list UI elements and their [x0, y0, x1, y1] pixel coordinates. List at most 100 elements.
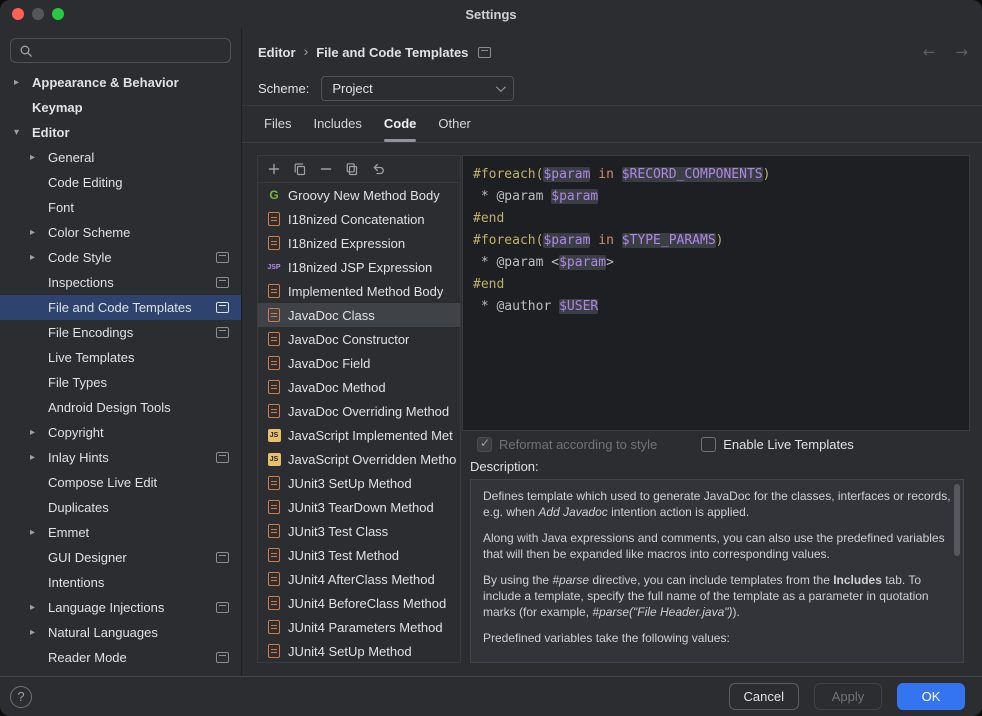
settings-tree: ▸Appearance & Behavior Keymap ▾Editor▸Gene… [0, 70, 241, 670]
sidebar-item-file-encodings[interactable]: File Encodings [0, 320, 241, 345]
code-line: * @param $param [473, 186, 959, 208]
template-item-junit3-test-method[interactable]: JUnit3 Test Method [258, 543, 460, 567]
chevron-right-icon[interactable]: ▸ [30, 227, 48, 238]
template-item-javadoc-constructor[interactable]: JavaDoc Constructor [258, 327, 460, 351]
traffic-lights [12, 8, 64, 20]
sidebar-item-editor[interactable]: ▾Editor [0, 120, 241, 145]
sidebar-item-android-design-tools[interactable]: Android Design Tools [0, 395, 241, 420]
description-paragraph: Along with Java expressions and comments… [483, 530, 951, 562]
remove-template-icon[interactable] [318, 161, 334, 177]
template-item-label: JUnit3 Test Class [288, 524, 388, 539]
footer: ? Cancel Apply OK [0, 676, 982, 716]
chevron-right-icon[interactable]: ▸ [30, 452, 48, 463]
jsp-icon: JSP [266, 259, 282, 275]
sidebar-item-code-editing[interactable]: Code Editing [0, 170, 241, 195]
template-item-javadoc-method[interactable]: JavaDoc Method [258, 375, 460, 399]
settings-search-input[interactable] [10, 38, 231, 63]
sidebar-item-language-injections[interactable]: ▸Language Injections [0, 595, 241, 620]
template-icon [266, 499, 282, 515]
template-item-label: JavaDoc Class [288, 308, 375, 323]
chevron-right-icon[interactable]: ▸ [14, 77, 32, 88]
copy-template-icon[interactable] [344, 161, 360, 177]
sidebar-item-color-scheme[interactable]: ▸Color Scheme [0, 220, 241, 245]
chevron-down-icon [496, 82, 506, 92]
sidebar-item-keymap[interactable]: Keymap [0, 95, 241, 120]
sidebar-item-code-style[interactable]: ▸Code Style [0, 245, 241, 270]
template-item-junit3-test-class[interactable]: JUnit3 Test Class [258, 519, 460, 543]
sidebar-item-label: Language Injections [48, 600, 164, 615]
help-button[interactable]: ? [10, 686, 32, 708]
tab-code[interactable]: Code [378, 106, 423, 142]
sidebar-item-label: Android Design Tools [48, 400, 171, 415]
sidebar-item-label: Color Scheme [48, 225, 130, 240]
enable-live-templates-checkbox[interactable]: Enable Live Templates [701, 437, 854, 452]
template-item-i18nized-concatenation[interactable]: I18nized Concatenation [258, 207, 460, 231]
template-editor[interactable]: #foreach($param in $RECORD_COMPONENTS) *… [462, 155, 970, 431]
sidebar-item-label: Intentions [48, 575, 104, 590]
zoom-icon[interactable] [52, 8, 64, 20]
sidebar-item-compose-live-edit[interactable]: Compose Live Edit [0, 470, 241, 495]
sidebar-item-emmet[interactable]: ▸Emmet [0, 520, 241, 545]
sidebar-item-intentions[interactable]: Intentions [0, 570, 241, 595]
chevron-down-icon[interactable]: ▾ [14, 127, 32, 138]
tab-other[interactable]: Other [432, 106, 477, 142]
template-item-junit4-setup-method[interactable]: JUnit4 SetUp Method [258, 639, 460, 663]
close-icon[interactable] [12, 8, 24, 20]
reformat-checkbox[interactable]: Reformat according to style [477, 437, 657, 452]
scrollbar-thumb[interactable] [954, 484, 960, 556]
chevron-right-icon[interactable]: ▸ [30, 602, 48, 613]
sidebar-item-font[interactable]: Font [0, 195, 241, 220]
sidebar-item-label: Font [48, 200, 74, 215]
scheme-select[interactable]: Project [321, 76, 514, 101]
sidebar-item-inspections[interactable]: Inspections [0, 270, 241, 295]
template-item-javadoc-overriding-method[interactable]: JavaDoc Overriding Method [258, 399, 460, 423]
template-item-i18nized-expression[interactable]: I18nized Expression [258, 231, 460, 255]
template-item-label: JUnit4 Parameters Method [288, 620, 443, 635]
template-item-javadoc-field[interactable]: JavaDoc Field [258, 351, 460, 375]
sidebar-item-file-types[interactable]: File Types [0, 370, 241, 395]
sidebar-item-general[interactable]: ▸General [0, 145, 241, 170]
sidebar-item-inlay-hints[interactable]: ▸Inlay Hints [0, 445, 241, 470]
sidebar-item-live-templates[interactable]: Live Templates [0, 345, 241, 370]
sidebar-item-natural-languages[interactable]: ▸Natural Languages [0, 620, 241, 645]
history-nav: ← → [923, 43, 968, 61]
scheme-row: Scheme: Project [258, 74, 514, 102]
chevron-right-icon[interactable]: ▸ [30, 152, 48, 163]
chevron-right-icon[interactable]: ▸ [30, 627, 48, 638]
template-item-label: JavaDoc Constructor [288, 332, 409, 347]
chevron-right-icon[interactable]: ▸ [30, 527, 48, 538]
template-item-javadoc-class[interactable]: JavaDoc Class [258, 303, 460, 327]
tab-files[interactable]: Files [258, 106, 297, 142]
ok-button[interactable]: OK [897, 683, 965, 710]
sidebar-item-copyright[interactable]: ▸Copyright [0, 420, 241, 445]
template-item-groovy-new-method-body[interactable]: GGroovy New Method Body [258, 183, 460, 207]
add-template-icon[interactable] [266, 161, 282, 177]
template-item-implemented-method-body[interactable]: Implemented Method Body [258, 279, 460, 303]
template-item-junit4-beforeclass-method[interactable]: JUnit4 BeforeClass Method [258, 591, 460, 615]
template-item-junit4-afterclass-method[interactable]: JUnit4 AfterClass Method [258, 567, 460, 591]
template-item-junit3-setup-method[interactable]: JUnit3 SetUp Method [258, 471, 460, 495]
reset-template-icon[interactable] [370, 161, 386, 177]
forward-icon: → [955, 43, 968, 61]
template-item-javascript-implemented-met[interactable]: JSJavaScript Implemented Met [258, 423, 460, 447]
template-item-i18nized-jsp-expression[interactable]: JSPI18nized JSP Expression [258, 255, 460, 279]
cancel-button[interactable]: Cancel [729, 683, 799, 710]
sidebar-item-label: Keymap [32, 100, 83, 115]
breadcrumb-current: File and Code Templates [316, 45, 468, 60]
sidebar-item-duplicates[interactable]: Duplicates [0, 495, 241, 520]
chevron-right-icon[interactable]: ▸ [30, 427, 48, 438]
apply-button[interactable]: Apply [814, 683, 882, 710]
sidebar-item-file-and-code-templates[interactable]: File and Code Templates [0, 295, 241, 320]
chevron-right-icon[interactable]: ▸ [30, 252, 48, 263]
sidebar-item-reader-mode[interactable]: Reader Mode [0, 645, 241, 670]
breadcrumb-editor[interactable]: Editor [258, 45, 296, 60]
duplicate-template-icon[interactable] [292, 161, 308, 177]
editor-settings-icon [216, 252, 229, 263]
tab-includes[interactable]: Includes [307, 106, 367, 142]
template-item-javascript-overridden-metho[interactable]: JSJavaScript Overridden Metho [258, 447, 460, 471]
template-item-junit3-teardown-method[interactable]: JUnit3 TearDown Method [258, 495, 460, 519]
template-item-junit4-parameters-method[interactable]: JUnit4 Parameters Method [258, 615, 460, 639]
template-item-label: Implemented Method Body [288, 284, 443, 299]
sidebar-item-appearance-behavior[interactable]: ▸Appearance & Behavior [0, 70, 241, 95]
sidebar-item-gui-designer[interactable]: GUI Designer [0, 545, 241, 570]
